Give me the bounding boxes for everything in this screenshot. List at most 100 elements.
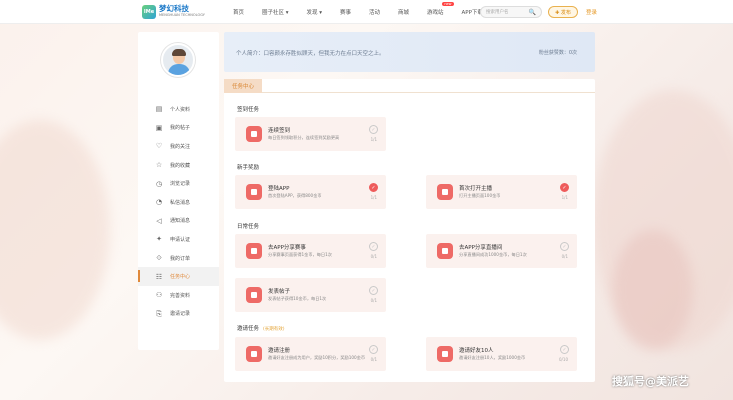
task-name: 邀请注册 bbox=[268, 348, 291, 354]
task-progress: 1/1 bbox=[370, 195, 377, 200]
site-logo[interactable]: IMe 梦幻科技 MENGHUAN TECHNOLOGY bbox=[142, 4, 205, 19]
check-icon: ✓ bbox=[369, 345, 378, 354]
tab-task-center[interactable]: 任务中心 bbox=[224, 79, 262, 93]
sidebar-item-label: 完善资料 bbox=[170, 292, 191, 299]
benefit-icon: ⚇ bbox=[155, 291, 163, 300]
sidebar-item-follow[interactable]: ♡ 我的关注 bbox=[138, 137, 219, 156]
history-icon: ◷ bbox=[155, 179, 163, 188]
check-icon: ✓ bbox=[369, 125, 378, 134]
sidebar-item-posts[interactable]: ▣ 我的帖子 bbox=[138, 119, 219, 138]
task-icon bbox=[437, 346, 453, 362]
task-card-login-app[interactable]: 登陆APP 首次登陆APP，获得800金币 ✓ 1/1 bbox=[235, 175, 386, 209]
task-card-invite-ten[interactable]: 邀请好友10人 邀请好友注册10人，奖励1000金币 ✓ 0/10 bbox=[426, 337, 577, 371]
nav-discover[interactable]: 发现 ▾ bbox=[306, 8, 322, 16]
check-icon: ✓ bbox=[560, 242, 569, 251]
avatar[interactable] bbox=[161, 43, 195, 77]
apply-icon: ✦ bbox=[156, 235, 162, 244]
task-card-checkin[interactable]: 连续签到 每日签到领取积分，连续签到奖励更高 ✓ 1/1 bbox=[235, 117, 386, 151]
task-card-open-streamer[interactable]: 首次打开主播 打开主播页面100金币 ✓ 1/1 bbox=[426, 175, 577, 209]
follow-icon: ♡ bbox=[155, 142, 163, 151]
main-nav: 首页 圈子社区 ▾ 发现 ▾ 赛事 活动 商城 游戏站 new APP下载 bbox=[233, 1, 501, 16]
task-icon bbox=[246, 346, 262, 362]
logo-icon: IMe bbox=[142, 4, 156, 19]
nav-activity[interactable]: 活动 bbox=[369, 8, 380, 16]
search-input[interactable]: 搜索用户名 🔍 bbox=[480, 6, 542, 18]
nav-home[interactable]: 首页 bbox=[233, 8, 244, 16]
sidebar-item-apply[interactable]: ✦ 申请认证 bbox=[138, 230, 219, 249]
order-icon: ⟐ bbox=[156, 254, 162, 263]
task-name: 去APP分享赛事 bbox=[268, 245, 306, 251]
task-name: 连续签到 bbox=[268, 128, 291, 134]
publish-button[interactable]: ✚ 发布 bbox=[548, 6, 578, 18]
check-icon: ✓ bbox=[369, 242, 378, 251]
task-description: 发表帖子获得10金币，每日1次 bbox=[268, 296, 327, 301]
nav-mall[interactable]: 商城 bbox=[398, 8, 409, 16]
new-badge: new bbox=[442, 1, 454, 6]
sidebar-menu: ▤ 个人资料 ▣ 我的帖子 ♡ 我的关注 ☆ 我的收藏 ◷ 浏览记录 ◔ 私信消息 ◁ 通知消… bbox=[138, 100, 219, 323]
sidebar-item-invites[interactable]: ⎘ 邀请记录 bbox=[138, 305, 219, 324]
sidebar-item-tasks[interactable]: ☷ 任务中心 bbox=[138, 267, 219, 286]
task-description: 打开主播页面100金币 bbox=[459, 193, 501, 198]
sidebar-item-label: 邀请记录 bbox=[170, 311, 191, 318]
check-done-icon: ✓ bbox=[369, 183, 378, 192]
task-card-post[interactable]: 发表帖子 发表帖子获得10金币，每日1次 ✓ 0/1 bbox=[235, 278, 386, 312]
favorite-icon: ☆ bbox=[155, 161, 163, 170]
section-invite-title: 邀请任务 (长期有效) bbox=[237, 324, 285, 332]
task-progress: 1/1 bbox=[370, 137, 377, 142]
sidebar-item-label: 我的收藏 bbox=[170, 162, 191, 169]
task-card-invite-register[interactable]: 邀请注册 邀请好友注册成为用户，奖励10积分，奖励100金币 ✓ 0/1 bbox=[235, 337, 386, 371]
task-description: 分享赛事页面获得1金币，每日1次 bbox=[268, 252, 332, 257]
sidebar-item-history[interactable]: ◷ 浏览记录 bbox=[138, 174, 219, 193]
task-progress: 0/10 bbox=[559, 357, 568, 362]
task-description: 每日签到领取积分，连续签到奖励更高 bbox=[268, 135, 340, 140]
task-card-share-event[interactable]: 去APP分享赛事 分享赛事页面获得1金币，每日1次 ✓ 0/1 bbox=[235, 234, 386, 268]
sidebar-item-label: 私信消息 bbox=[170, 199, 191, 206]
top-navigation-bar: IMe 梦幻科技 MENGHUAN TECHNOLOGY 首页 圈子社区 ▾ 发… bbox=[0, 0, 733, 24]
invite-icon: ⎘ bbox=[156, 309, 162, 318]
message-icon: ◔ bbox=[155, 198, 163, 207]
search-icon[interactable]: 🔍 bbox=[529, 9, 536, 16]
tab-bar: 任务中心 bbox=[224, 79, 595, 93]
task-name: 登陆APP bbox=[268, 186, 290, 192]
task-icon bbox=[246, 184, 262, 200]
section-invite-sub: (长期有效) bbox=[263, 327, 285, 332]
sidebar-item-orders[interactable]: ⟐ 我的订单 bbox=[138, 249, 219, 268]
profile-intro-text: 个人简介：口容颜永存胜似顾天，但我无力在点口天空之上。 bbox=[236, 51, 385, 57]
sidebar-item-label: 个人资料 bbox=[170, 106, 191, 113]
login-link[interactable]: 登录 bbox=[586, 8, 597, 16]
post-icon: ▣ bbox=[155, 123, 163, 132]
task-card-share-live[interactable]: 去APP分享直播间 分享直播间成功1000金币，每日1次 ✓ 0/1 bbox=[426, 234, 577, 268]
nav-games-label: 游戏站 bbox=[427, 9, 444, 16]
task-progress: 0/1 bbox=[370, 298, 377, 303]
profile-intro-banner: 个人简介：口容颜永存胜似顾天，但我无力在点口天空之上。 粉丝获赞数：0次 bbox=[224, 32, 595, 72]
sidebar-item-label: 我的订单 bbox=[170, 255, 191, 262]
avatar-hair bbox=[172, 49, 186, 56]
watermark: 搜狐号@美派艺 bbox=[612, 375, 689, 388]
task-icon bbox=[437, 243, 453, 259]
task-center-panel: 任务中心 签到任务 连续签到 每日签到领取积分，连续签到奖励更高 ✓ 1/1 新… bbox=[224, 79, 595, 382]
task-progress: 0/1 bbox=[561, 254, 568, 259]
task-description: 分享直播间成功1000金币，每日1次 bbox=[459, 252, 527, 257]
search-placeholder: 搜索用户名 bbox=[486, 10, 509, 15]
check-icon: ✓ bbox=[369, 286, 378, 295]
sidebar-item-benefits[interactable]: ⚇ 完善资料 bbox=[138, 286, 219, 305]
user-sidebar: ▤ 个人资料 ▣ 我的帖子 ♡ 我的关注 ☆ 我的收藏 ◷ 浏览记录 ◔ 私信消息 ◁ 通知消… bbox=[138, 32, 219, 350]
nav-community[interactable]: 圈子社区 ▾ bbox=[262, 8, 289, 16]
sidebar-item-label: 通知消息 bbox=[170, 218, 191, 225]
task-icon bbox=[246, 126, 262, 142]
sidebar-item-messages[interactable]: ◔ 私信消息 bbox=[138, 193, 219, 212]
nav-games[interactable]: 游戏站 new bbox=[427, 1, 454, 16]
task-icon bbox=[246, 287, 262, 303]
task-description: 首次登陆APP，获得800金币 bbox=[268, 193, 322, 198]
task-progress: 0/1 bbox=[370, 357, 377, 362]
task-name: 首次打开主播 bbox=[459, 186, 493, 192]
sidebar-item-notices[interactable]: ◁ 通知消息 bbox=[138, 212, 219, 231]
section-daily-title: 日常任务 bbox=[237, 224, 260, 230]
sidebar-item-label: 申请认证 bbox=[170, 236, 191, 243]
background-art-right-lower bbox=[613, 230, 693, 350]
avatar-body bbox=[168, 64, 190, 75]
sidebar-item-favorites[interactable]: ☆ 我的收藏 bbox=[138, 156, 219, 175]
nav-events[interactable]: 赛事 bbox=[340, 8, 351, 16]
sidebar-item-profile[interactable]: ▤ 个人资料 bbox=[138, 100, 219, 119]
task-name: 去APP分享直播间 bbox=[459, 245, 503, 251]
